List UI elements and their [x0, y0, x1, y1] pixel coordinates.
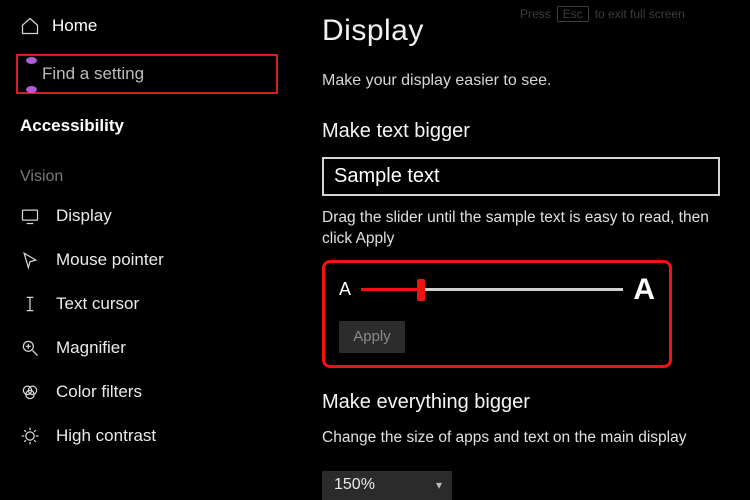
sidebar-item-label: High contrast	[56, 426, 156, 446]
sidebar: Home Accessibility Vision Display Mouse …	[0, 0, 294, 500]
search-input[interactable]	[28, 64, 266, 84]
mouse-pointer-icon	[20, 250, 40, 270]
main-content: Display Make your display easier to see.…	[294, 0, 750, 500]
magnifier-icon	[20, 338, 40, 358]
sample-text-box: Sample text	[322, 157, 720, 196]
color-filters-icon	[20, 382, 40, 402]
sidebar-item-mouse-pointer[interactable]: Mouse pointer	[0, 240, 294, 280]
slider-fill	[361, 288, 421, 291]
home-icon	[20, 16, 40, 36]
section-heading-text-bigger: Make text bigger	[322, 120, 722, 143]
help-text-text-bigger: Drag the slider until the sample text is…	[322, 208, 722, 250]
text-cursor-icon	[20, 294, 40, 314]
sidebar-item-display[interactable]: Display	[0, 196, 294, 236]
sidebar-home-label: Home	[52, 16, 97, 36]
chevron-down-icon: ▾	[436, 478, 442, 492]
high-contrast-icon	[20, 426, 40, 446]
sidebar-item-text-cursor[interactable]: Text cursor	[0, 284, 294, 324]
help-text-everything-bigger: Change the size of apps and text on the …	[322, 428, 722, 449]
sidebar-item-high-contrast[interactable]: High contrast	[0, 416, 294, 456]
slider-thumb[interactable]	[417, 279, 425, 301]
text-size-slider[interactable]	[361, 288, 623, 291]
text-caret-icon	[30, 62, 33, 88]
page-subtitle: Make your display easier to see.	[322, 72, 722, 90]
text-size-slider-row: A A	[339, 273, 655, 307]
sidebar-item-label: Display	[56, 206, 112, 226]
display-icon	[20, 206, 40, 226]
fs-hint-pre: Press	[520, 7, 551, 21]
sidebar-home[interactable]: Home	[0, 10, 294, 42]
slider-label-large-a: A	[633, 273, 655, 307]
sidebar-group-label: Vision	[0, 150, 294, 192]
sidebar-item-label: Text cursor	[56, 294, 139, 314]
scale-dropdown-value: 150%	[334, 476, 375, 494]
slider-label-small-a: A	[339, 279, 351, 300]
section-heading-everything-bigger: Make everything bigger	[322, 391, 722, 414]
sidebar-item-color-filters[interactable]: Color filters	[0, 372, 294, 412]
text-size-control-group: A A Apply	[322, 260, 672, 368]
sidebar-item-label: Magnifier	[56, 338, 126, 358]
fs-hint-post: to exit full screen	[595, 7, 685, 21]
scale-dropdown[interactable]: 150% ▾	[322, 471, 452, 500]
sidebar-item-label: Mouse pointer	[56, 250, 164, 270]
fullscreen-hint: Press Esc to exit full screen	[520, 6, 685, 22]
apply-button[interactable]: Apply	[339, 321, 405, 353]
search-box[interactable]	[16, 54, 278, 94]
sidebar-item-label: Color filters	[56, 382, 142, 402]
sidebar-item-magnifier[interactable]: Magnifier	[0, 328, 294, 368]
sidebar-section-title: Accessibility	[0, 108, 294, 146]
fs-hint-key: Esc	[557, 6, 589, 22]
